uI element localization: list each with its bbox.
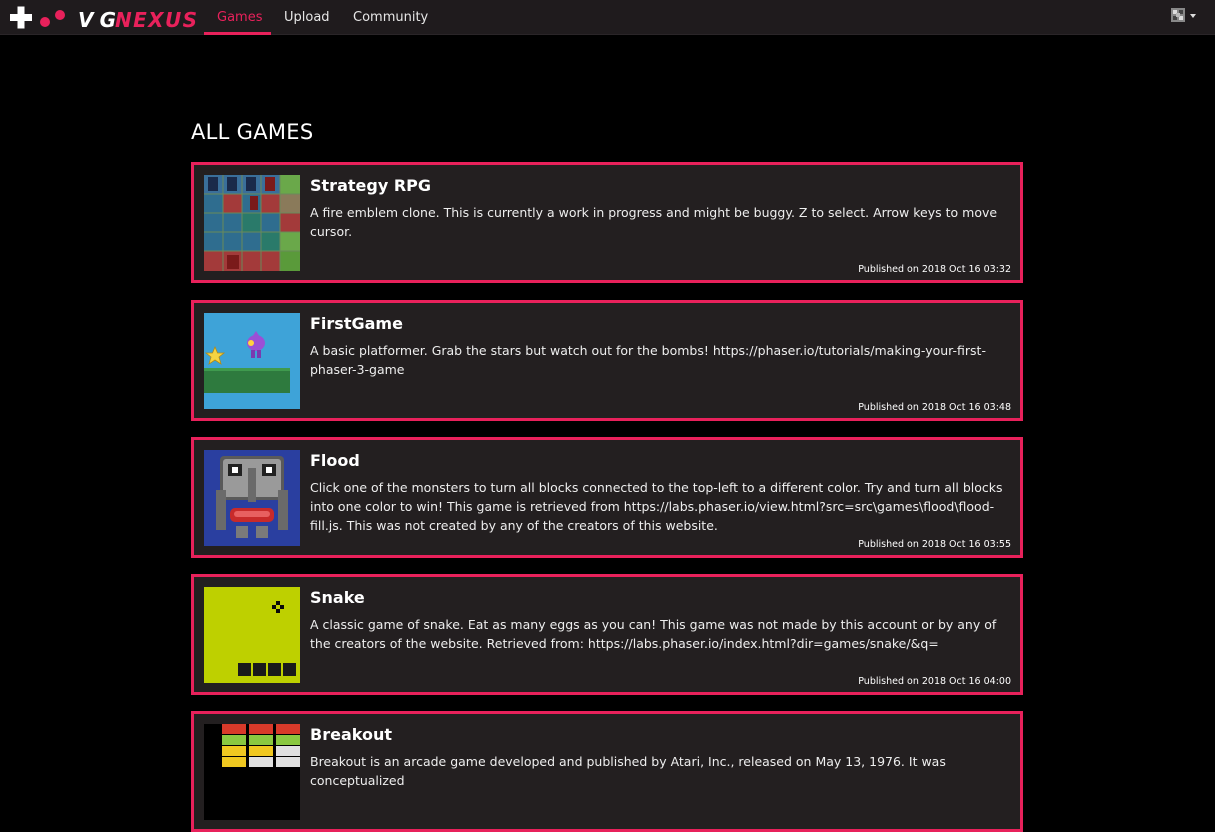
- platformer-thumbnail: [204, 313, 300, 409]
- page-title: ALL GAMES: [191, 120, 314, 144]
- svg-text:NEXUS: NEXUS: [115, 8, 197, 32]
- published-date: Published on 2018 Oct 16 03:48: [858, 402, 1011, 413]
- svg-text:VG: VG: [78, 8, 116, 32]
- game-card[interactable]: Flood Click one of the monsters to turn …: [191, 437, 1023, 558]
- game-description: A basic platformer. Grab the stars but w…: [310, 343, 986, 377]
- game-description: Breakout is an arcade game developed and…: [310, 754, 946, 788]
- chevron-down-icon: [1190, 14, 1196, 18]
- game-description: A classic game of snake. Eat as many egg…: [310, 617, 997, 651]
- active-nav-indicator: [204, 32, 271, 35]
- game-title[interactable]: Flood: [310, 451, 360, 470]
- game-card[interactable]: FirstGame A basic platformer. Grab the s…: [191, 300, 1023, 421]
- nav-link-games[interactable]: Games: [217, 0, 262, 35]
- brand-logo[interactable]: VG NEXUS: [10, 4, 200, 32]
- game-title[interactable]: Breakout: [310, 725, 392, 744]
- game-card[interactable]: Snake A classic game of snake. Eat as ma…: [191, 574, 1023, 695]
- game-title[interactable]: FirstGame: [310, 314, 403, 333]
- snake-thumbnail: [204, 587, 300, 683]
- published-date: Published on 2018 Oct 16 03:32: [858, 264, 1011, 275]
- user-avatar-icon: [1171, 8, 1185, 22]
- user-menu[interactable]: [1170, 7, 1198, 25]
- navbar: VG NEXUS Games Upload Community: [0, 0, 1215, 35]
- nav-link-community[interactable]: Community: [353, 0, 428, 35]
- breakout-thumbnail: [204, 724, 300, 820]
- game-title[interactable]: Snake: [310, 588, 365, 607]
- game-card[interactable]: Breakout Breakout is an arcade game deve…: [191, 711, 1023, 832]
- strategy-grid-thumbnail: [204, 175, 300, 271]
- game-description: A fire emblem clone. This is currently a…: [310, 205, 998, 239]
- nav-link-upload[interactable]: Upload: [284, 0, 330, 35]
- game-description: Click one of the monsters to turn all bl…: [310, 480, 1003, 533]
- published-date: Published on 2018 Oct 16 04:00: [858, 676, 1011, 687]
- game-card[interactable]: Strategy RPG A fire emblem clone. This i…: [191, 162, 1023, 283]
- monster-thumbnail: [204, 450, 300, 546]
- game-title[interactable]: Strategy RPG: [310, 176, 431, 195]
- published-date: Published on 2018 Oct 16 03:55: [858, 539, 1011, 550]
